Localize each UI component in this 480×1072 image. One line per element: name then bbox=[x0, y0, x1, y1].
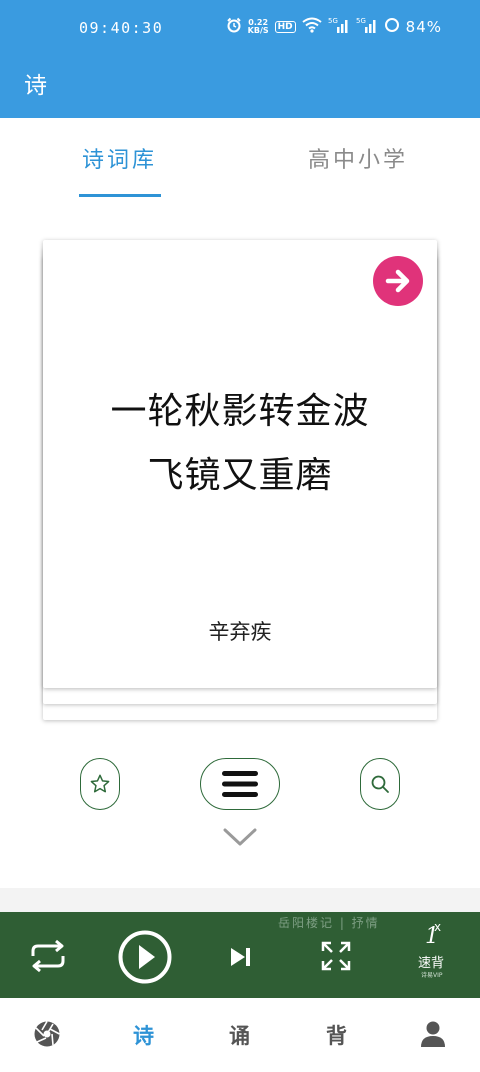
signal-label-1: 5G bbox=[328, 17, 338, 25]
aperture-icon bbox=[34, 1021, 60, 1047]
wifi-icon bbox=[302, 17, 322, 37]
signal-icon-2: 5G bbox=[356, 16, 378, 38]
poem-card[interactable]: 一轮秋影转金波 飞镜又重磨 辛弃疾 bbox=[43, 240, 437, 688]
vip-label: 诗易VIP bbox=[421, 972, 443, 979]
nav-poetry[interactable]: 诗 bbox=[133, 1020, 154, 1050]
section-divider bbox=[0, 888, 480, 912]
status-time: 09:40:30 bbox=[79, 19, 164, 37]
play-button[interactable] bbox=[118, 930, 172, 984]
repeat-button[interactable] bbox=[28, 936, 68, 976]
arrow-right-icon bbox=[385, 269, 410, 293]
fullscreen-button[interactable] bbox=[320, 940, 352, 972]
nav-discover[interactable] bbox=[33, 1020, 61, 1053]
expand-icon bbox=[321, 941, 351, 971]
skip-next-button[interactable] bbox=[226, 944, 254, 970]
signal-label-2: 5G bbox=[356, 17, 366, 25]
status-bar: 09:40:30 0.22 KB/S HD 5G 5G 84% bbox=[0, 0, 480, 56]
poem-line-2: 飞镜又重磨 bbox=[147, 455, 333, 496]
signal-icon-1: 5G bbox=[328, 16, 350, 38]
nav-memorize[interactable]: 背 bbox=[326, 1020, 347, 1050]
nav-recite[interactable]: 诵 bbox=[229, 1020, 250, 1050]
tab-indicator bbox=[79, 194, 161, 197]
play-icon bbox=[118, 930, 172, 984]
search-button[interactable] bbox=[360, 758, 400, 810]
audio-player: 岳阳楼记 | 抒情 1 x 速背 诗易VIP bbox=[0, 912, 480, 998]
network-speed: 0.22 KB/S bbox=[248, 19, 269, 35]
bottom-navigation: 诗 诵 背 bbox=[0, 998, 480, 1072]
status-icons: 0.22 KB/S HD 5G 5G 84% bbox=[226, 16, 442, 38]
poem-author: 辛弃疾 bbox=[208, 620, 272, 644]
tab-high-middle-primary[interactable]: 高中小学 bbox=[308, 142, 408, 174]
tab-bar: 诗词库 高中小学 bbox=[0, 118, 480, 200]
tab-poetry-library[interactable]: 诗词库 bbox=[82, 142, 157, 174]
speed-recite-label[interactable]: 速背 bbox=[418, 952, 444, 971]
menu-icon bbox=[222, 771, 258, 797]
menu-button[interactable] bbox=[200, 758, 280, 810]
app-title: 诗 bbox=[24, 73, 47, 99]
track-title[interactable]: 岳阳楼记 | 抒情 bbox=[278, 914, 380, 931]
battery-percent: 84% bbox=[405, 18, 442, 36]
battery-icon bbox=[384, 17, 400, 37]
next-card-button[interactable] bbox=[373, 256, 423, 306]
hd-badge: HD bbox=[274, 21, 296, 33]
network-speed-unit: KB/S bbox=[247, 26, 269, 35]
alarm-icon bbox=[226, 17, 242, 37]
speed-unit: x bbox=[434, 920, 442, 934]
star-icon bbox=[90, 774, 110, 793]
nav-profile[interactable] bbox=[420, 1020, 446, 1053]
favorite-button[interactable] bbox=[80, 758, 120, 810]
skip-next-icon bbox=[231, 948, 250, 966]
poem-line-1: 一轮秋影转金波 bbox=[110, 391, 370, 432]
search-icon bbox=[371, 775, 389, 793]
top-bar: 09:40:30 0.22 KB/S HD 5G 5G 84% 诗 bbox=[0, 0, 480, 118]
user-icon bbox=[421, 1021, 445, 1047]
repeat-icon bbox=[31, 939, 65, 973]
chevron-down-icon[interactable] bbox=[222, 826, 258, 852]
